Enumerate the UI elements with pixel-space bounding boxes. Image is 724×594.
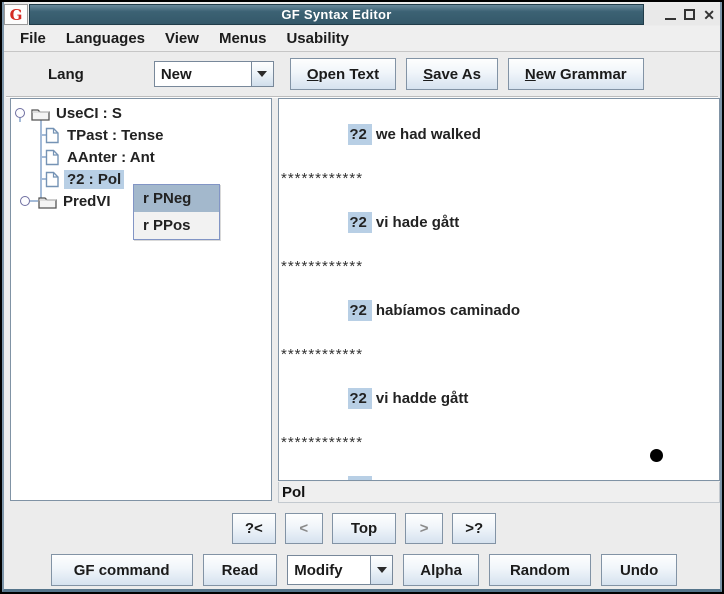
new-grammar-rest: ew Grammar (536, 66, 627, 83)
sentence-text: avevamo camminato (376, 478, 524, 481)
toolbar: Lang New Open Text Save As New Grammar (4, 53, 720, 95)
new-grammar-button[interactable]: New Grammar (508, 58, 644, 90)
cursor-dot (650, 449, 663, 462)
close-icon[interactable]: ✕ (703, 8, 715, 22)
tree-row-useci[interactable]: UseCI : S (31, 102, 125, 124)
minimize-icon[interactable] (665, 10, 676, 20)
maximize-icon[interactable] (684, 9, 695, 20)
open-text-rest: pen Text (319, 66, 380, 83)
app-logo-icon: G (4, 4, 28, 25)
folder-icon (38, 194, 57, 209)
tree-node-label: PredVI (60, 192, 114, 211)
language-select[interactable]: New (154, 61, 274, 87)
document-icon (45, 171, 60, 188)
open-text-button[interactable]: Open Text (290, 58, 396, 90)
document-icon (45, 149, 60, 166)
open-text-mnemonic: O (307, 66, 319, 83)
separator-line: ************ (279, 344, 719, 366)
menu-view[interactable]: View (155, 28, 209, 49)
tree-connector (19, 118, 21, 122)
title-bar[interactable]: G GF Syntax Editor ✕ (4, 4, 720, 25)
new-grammar-mnemonic: N (525, 66, 536, 83)
prev-metavariable-button[interactable]: ?< (232, 513, 276, 544)
metavariable-chip[interactable]: ?2 (348, 476, 372, 481)
window-controls: ✕ (644, 4, 720, 25)
metavariable-chip[interactable]: ?2 (348, 212, 372, 233)
output-line: ?2we had walked (279, 102, 719, 168)
menu-menus[interactable]: Menus (209, 28, 277, 49)
tree-row-metavariable[interactable]: ?2 : Pol (45, 168, 124, 190)
output-line: ?2vi hadde gått (279, 366, 719, 432)
output-line: ?2vi hade gått (279, 190, 719, 256)
sentence-text: habíamos caminado (376, 302, 520, 319)
sentence-text: we had walked (376, 126, 481, 143)
tree-connector (30, 200, 38, 202)
tree-node-label: AAnter : Ant (64, 148, 158, 167)
tree-node-label-selected: ?2 : Pol (64, 170, 124, 189)
lang-label: Lang (48, 66, 84, 83)
tree-row-tpast[interactable]: TPast : Tense (45, 124, 166, 146)
language-select-value: New (155, 62, 251, 86)
menu-languages[interactable]: Languages (56, 28, 155, 49)
menu-usability[interactable]: Usability (276, 28, 359, 49)
status-bar: Pol (278, 482, 720, 503)
save-as-button[interactable]: Save As (406, 58, 498, 90)
menu-bar: File Languages View Menus Usability (4, 26, 720, 52)
random-button[interactable]: Random (489, 554, 591, 586)
modify-select[interactable]: Modify (287, 555, 393, 585)
chevron-down-icon[interactable] (370, 556, 392, 584)
navigation-row: ?< < Top > >? (2, 508, 724, 548)
sentence-text: vi hade gått (376, 214, 459, 231)
separator-line: ************ (279, 168, 719, 190)
tree-row-predvi[interactable]: PredVI (38, 190, 114, 212)
metavariable-chip[interactable]: ?2 (348, 388, 372, 409)
refinement-popup-menu: r PNeg r PPos (133, 184, 220, 240)
modify-select-value: Modify (288, 556, 370, 584)
save-as-rest: ave As (433, 66, 481, 83)
syntax-tree-pane[interactable]: UseCI : S TPast : Tense AAnter : Ant (10, 98, 272, 501)
window-title: GF Syntax Editor (29, 4, 644, 25)
menu-file[interactable]: File (10, 28, 56, 49)
tree-node-label: UseCI : S (53, 104, 125, 123)
app-window: G GF Syntax Editor ✕ File Languages View… (0, 0, 724, 594)
tree-node-label: TPast : Tense (64, 126, 166, 145)
popup-item-pneg[interactable]: r PNeg (134, 185, 219, 212)
undo-button[interactable]: Undo (601, 554, 677, 586)
folder-icon (31, 106, 50, 121)
sentence-text: vi hadde gått (376, 390, 469, 407)
collapse-handle-icon[interactable] (20, 196, 30, 206)
chevron-down-icon[interactable] (251, 62, 273, 86)
save-as-mnemonic: S (423, 66, 433, 83)
top-button[interactable]: Top (332, 513, 396, 544)
tree-connector (40, 119, 42, 201)
next-node-button[interactable]: > (405, 513, 443, 544)
popup-item-ppos[interactable]: r PPos (134, 212, 219, 239)
alpha-button[interactable]: Alpha (403, 554, 479, 586)
focused-category-label: Pol (282, 484, 305, 501)
action-row: GF command Read Modify Alpha Random Undo (2, 551, 724, 589)
expand-handle-icon[interactable] (15, 108, 25, 118)
metavariable-chip[interactable]: ?2 (348, 300, 372, 321)
separator-line: ************ (279, 256, 719, 278)
read-button[interactable]: Read (203, 554, 278, 586)
linearization-pane[interactable]: ?2we had walked ************ ?2vi hade g… (278, 98, 720, 481)
main-area: UseCI : S TPast : Tense AAnter : Ant (2, 98, 724, 508)
document-icon (45, 127, 60, 144)
next-metavariable-button[interactable]: >? (452, 513, 496, 544)
tree-row-aanter[interactable]: AAnter : Ant (45, 146, 158, 168)
prev-node-button[interactable]: < (285, 513, 323, 544)
gf-command-button[interactable]: GF command (51, 554, 193, 586)
metavariable-chip[interactable]: ?2 (348, 124, 372, 145)
output-line: ?2habíamos caminado (279, 278, 719, 344)
